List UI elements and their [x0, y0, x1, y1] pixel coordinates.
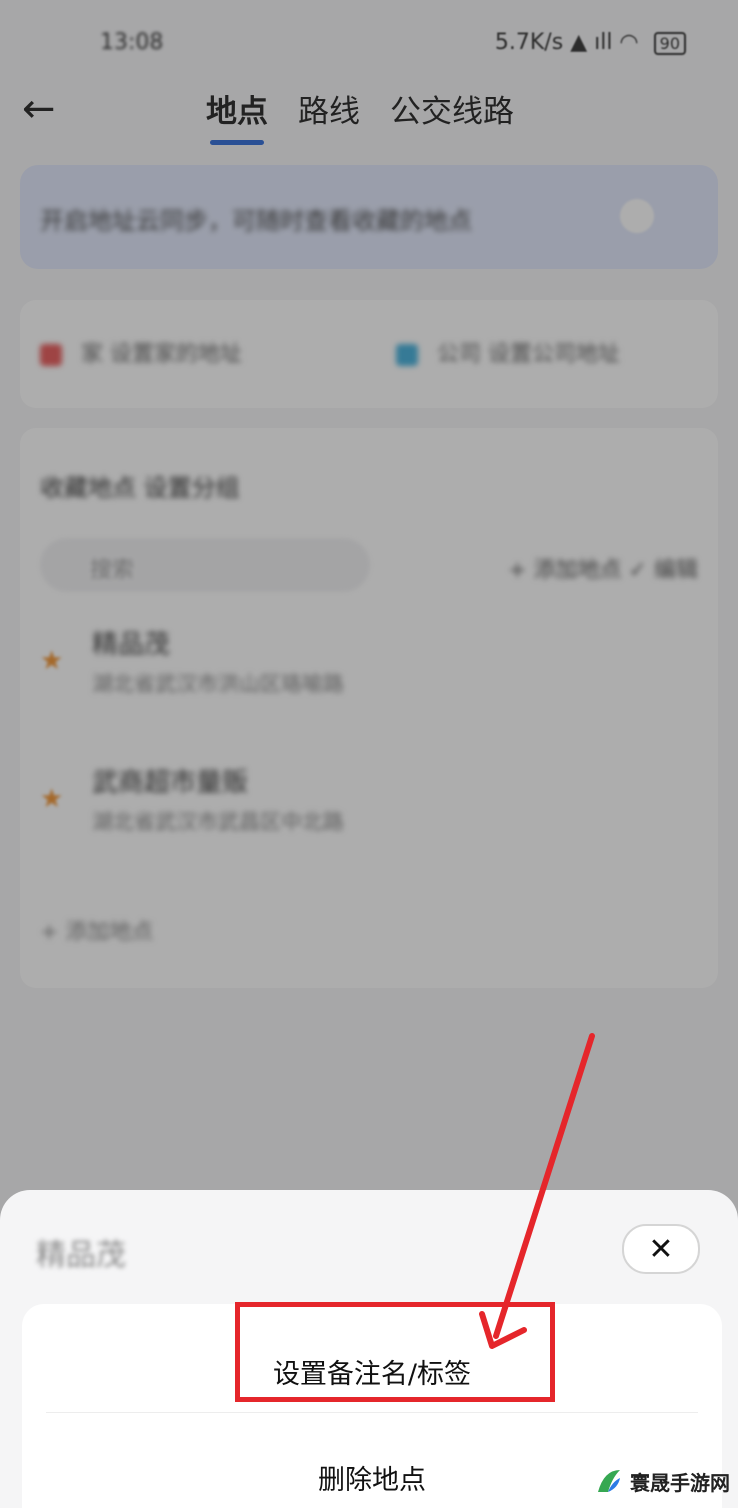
watermark: 寰晟手游网 — [594, 1460, 730, 1502]
watermark-text: 寰晟手游网 — [630, 1470, 730, 1495]
annotation-arrow — [479, 1033, 595, 1349]
watermark-logo-icon — [598, 1470, 620, 1492]
